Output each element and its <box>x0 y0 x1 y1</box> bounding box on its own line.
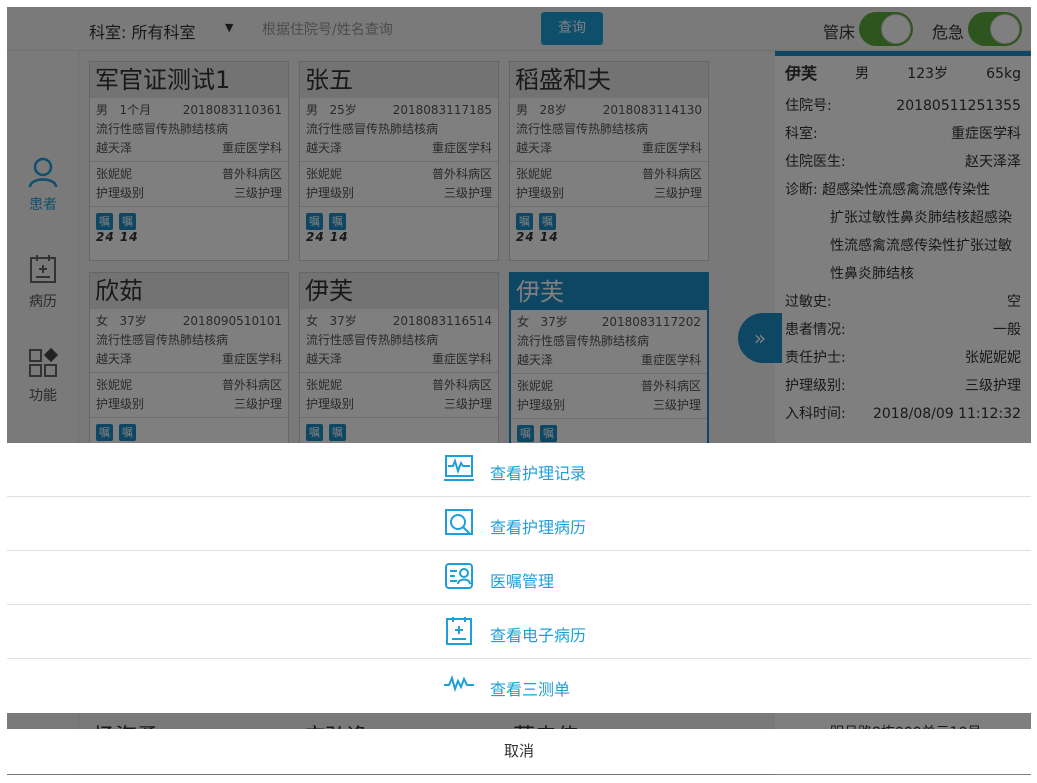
action-view-vital-signs[interactable]: 查看三测单 <box>7 659 1031 713</box>
electronic-record-icon <box>446 617 472 645</box>
action-view-nursing-record[interactable]: 查看护理记录 <box>7 443 1031 497</box>
action-sheet: 查看护理记录 查看护理病历 医嘱管理 查看电子病历 查看三测单 <box>7 443 1031 713</box>
cancel-button[interactable]: 取消 <box>7 729 1031 774</box>
action-label: 查看三测单 <box>490 680 571 699</box>
order-person-icon <box>445 563 473 589</box>
action-label: 查看护理记录 <box>490 464 587 483</box>
action-view-nursing-case[interactable]: 查看护理病历 <box>7 497 1031 551</box>
search-document-icon <box>445 509 473 535</box>
action-order-management[interactable]: 医嘱管理 <box>7 551 1031 605</box>
action-view-electronic-record[interactable]: 查看电子病历 <box>7 605 1031 659</box>
vital-signs-wave-icon <box>444 674 474 693</box>
action-label: 医嘱管理 <box>490 572 555 591</box>
monitor-pulse-icon <box>444 455 474 481</box>
action-label: 查看电子病历 <box>490 626 587 645</box>
action-label: 查看护理病历 <box>490 518 587 537</box>
